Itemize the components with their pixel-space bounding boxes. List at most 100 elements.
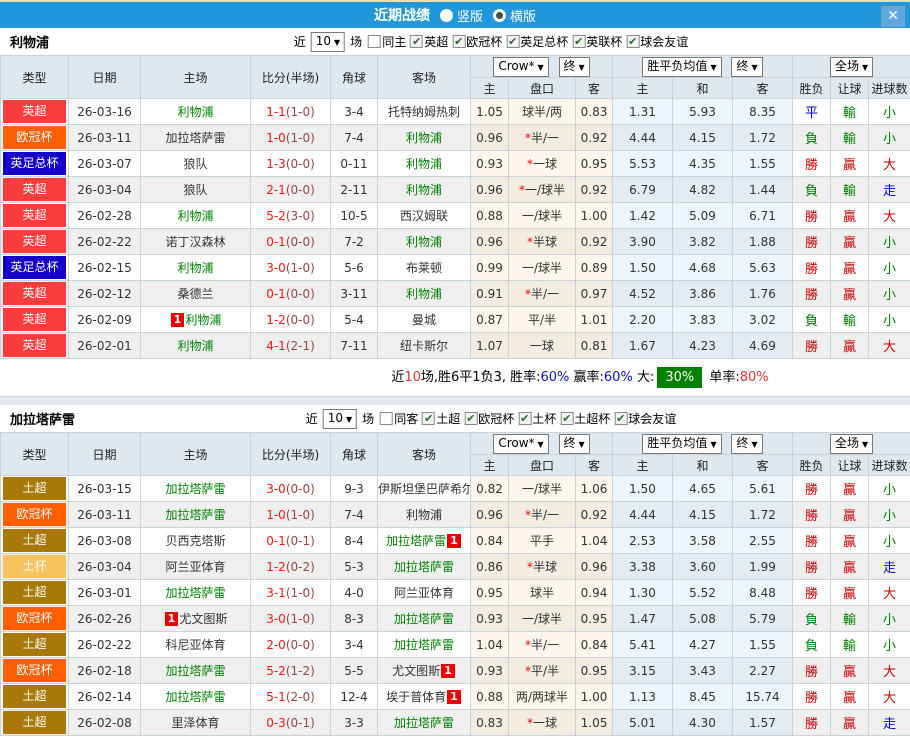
section-header-liverpool: 利物浦 近10▼场同主✔英超✔欧冠杯✔英足总杯✔英联杯✔球会友谊 [0,28,910,55]
avg-home: 5.41 [613,632,673,658]
filter-league-checkbox[interactable]: ✔球会友谊 [626,33,688,50]
handicap-cell: *半/一 [509,125,576,151]
avg-type-select[interactable]: 胜平负均值▼ [642,57,721,77]
league-badge: 土超 [3,711,66,734]
avg-draw: 4.35 [673,151,733,177]
filter-same-venue-checkbox[interactable]: 同客 [380,410,418,427]
checkbox-icon: ✔ [464,412,477,425]
away-cell: 利物浦 [378,502,471,528]
odds-home: 0.96 [471,125,509,151]
scope-select[interactable]: 全场▼ [830,57,873,77]
filter-league-checkbox[interactable]: ✔英足总杯 [506,33,568,50]
fulltime-score: 0-1 [266,235,286,249]
avg-draw: 3.43 [673,658,733,684]
sub-col-odds-home: 主 [471,455,509,476]
avg-draw: 4.65 [673,476,733,502]
home-team: 诺丁汉森林 [165,235,225,249]
handicap-name: 半球 [533,235,557,249]
filter-league-checkbox[interactable]: ✔欧冠杯 [452,33,502,50]
avg-home: 4.52 [613,281,673,307]
filter-league-checkbox[interactable]: ✔球会友谊 [614,410,676,427]
fulltime-score: 0-3 [266,716,286,730]
checkbox-label: 欧冠杯 [466,33,502,50]
sub-col-avg-home: 主 [613,78,673,99]
match-count-select[interactable]: 10▼ [323,409,357,429]
odds-company-select[interactable]: Crow*▼ [493,57,548,77]
avg-time-select[interactable]: 终▼ [731,57,762,77]
odds-group-header: Crow*▼ 终▼ [471,56,613,78]
odds-time-select[interactable]: 终▼ [559,57,590,77]
home-cell: 阿兰亚体育 [141,554,251,580]
matches-body: 英超 26-03-16 利物浦 1-1(1-0) 3-4 托特纳姆热刺 1.05… [1,99,910,359]
rank-badge: 1 [165,612,179,626]
match-date: 26-03-15 [69,476,141,502]
match-date: 26-02-28 [69,203,141,229]
sub-col-odds-away: 客 [576,78,613,99]
handicap-name: 半/一 [531,131,559,145]
score-cell: 1-2(0-0) [251,307,331,333]
handicap-cell: 一/球半 [509,203,576,229]
sub-col-avg-away: 客 [733,455,793,476]
rank-badge: 1 [441,664,455,678]
league-badge: 英超 [3,334,66,357]
filter-league-checkbox[interactable]: ✔土杯 [518,410,556,427]
col-home: 主场 [141,433,251,476]
odds-company-select[interactable]: Crow*▼ [493,434,548,454]
filter-league-checkbox[interactable]: ✔欧冠杯 [464,410,514,427]
filter-same-venue-checkbox[interactable]: 同主 [368,33,406,50]
odds-away: 0.92 [576,502,613,528]
odds-home: 0.96 [471,502,509,528]
away-team: 伊斯坦堡巴萨希尔 [378,482,471,496]
match-row: 英足总杯 26-03-07 狼队 1-3(0-0) 0-11 利物浦 0.93 … [1,151,910,177]
odds-time-select[interactable]: 终▼ [559,434,590,454]
close-icon[interactable]: ✕ [881,6,905,27]
league-badge: 英足总杯 [3,152,66,175]
summary-segment: 近 [391,370,404,385]
chevron-down-icon: ▼ [334,38,340,47]
odds-home: 0.83 [471,710,509,736]
odds-away: 1.05 [576,710,613,736]
scope-select[interactable]: 全场▼ [830,434,873,454]
home-cell: 加拉塔萨雷 [141,125,251,151]
away-cell: 西汉姆联 [378,203,471,229]
home-cell: 加拉塔萨雷 [141,476,251,502]
away-team: 利物浦 [406,131,442,145]
radio-vertical-label[interactable]: 竖版 [457,6,483,25]
checkbox-icon: ✔ [410,35,423,48]
avg-away: 1.44 [733,177,793,203]
rank-badge: 1 [447,534,461,548]
checkbox-icon: ✔ [422,412,435,425]
corner-score: 5-6 [331,255,378,281]
col-away: 客场 [378,433,471,476]
checkbox-icon [380,412,393,425]
home-cell: 诺丁汉森林 [141,229,251,255]
away-team: 加拉塔萨雷 [394,638,454,652]
handicap-cell: 一/球半 [509,606,576,632]
radio-vertical-layout[interactable] [440,9,453,22]
away-team: 利物浦 [406,235,442,249]
col-type: 类型 [1,56,69,99]
match-count-value: 10 [316,34,331,48]
avg-time-select[interactable]: 终▼ [731,434,762,454]
odds-away: 1.00 [576,203,613,229]
avg-draw: 4.15 [673,125,733,151]
radio-horizontal-label[interactable]: 横版 [510,6,536,25]
avg-type-select[interactable]: 胜平负均值▼ [642,434,721,454]
away-cell: 利物浦 [378,281,471,307]
handicap-name: 球半/两 [522,105,562,119]
odds-company-value: Crow* [498,59,534,73]
avg-draw: 5.52 [673,580,733,606]
handicap-name: 平/半 [531,664,559,678]
filter-league-checkbox[interactable]: ✔土超 [422,410,460,427]
league-badge: 土超 [3,581,66,604]
filter-unit-label: 场 [350,33,362,50]
filter-league-checkbox[interactable]: ✔英联杯 [572,33,622,50]
match-count-select[interactable]: 10▼ [311,32,345,52]
col-date: 日期 [69,433,141,476]
result-handicap: 贏 [831,528,869,554]
league-badge: 英超 [3,178,66,201]
filter-league-checkbox[interactable]: ✔土超杯 [560,410,610,427]
filter-league-checkbox[interactable]: ✔英超 [410,33,448,50]
radio-horizontal-layout[interactable] [493,9,506,22]
league-badge: 土超 [3,477,66,500]
